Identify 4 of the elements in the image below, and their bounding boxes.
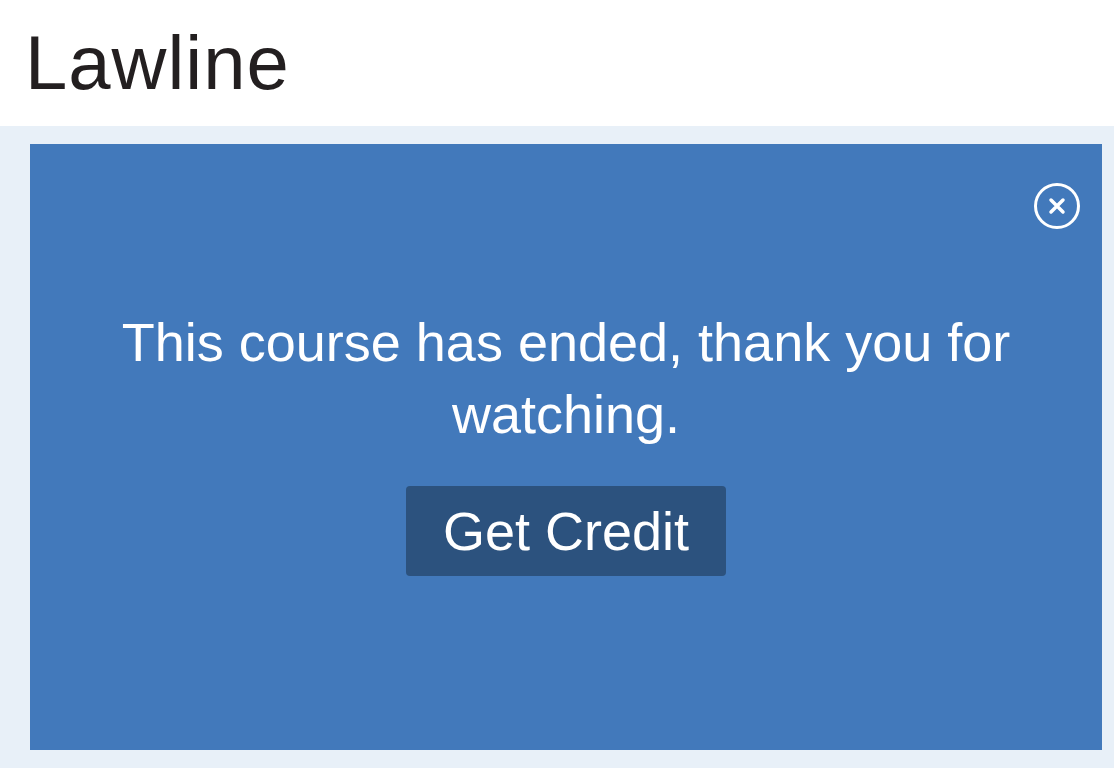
get-credit-button[interactable]: Get Credit (406, 486, 726, 576)
close-icon[interactable] (1034, 183, 1080, 229)
notice-message: This course has ended, thank you for watching. (120, 311, 1012, 446)
logo[interactable]: Lawline (25, 25, 290, 101)
